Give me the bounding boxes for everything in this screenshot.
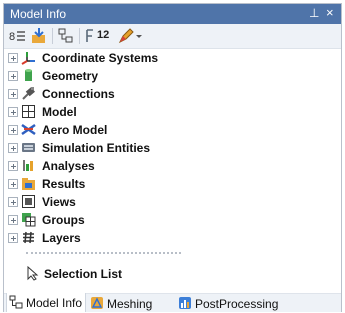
model-info-icon <box>9 295 23 309</box>
tree-item-analyses[interactable]: Analyses <box>4 158 334 174</box>
dotted-divider <box>26 252 181 254</box>
view-icon <box>21 194 36 209</box>
svg-text:8: 8 <box>9 31 15 43</box>
tree-item-label: Analyses <box>42 159 95 173</box>
pencil-icon[interactable] <box>117 27 135 45</box>
tree-item-label: Geometry <box>42 69 99 83</box>
dropdown-arrow-icon[interactable] <box>135 27 143 45</box>
tree-item-views[interactable]: Views <box>4 194 334 210</box>
cursor-icon <box>25 265 40 281</box>
tree-item-label: Views <box>42 195 76 209</box>
selection-list-label: Selection List <box>44 267 123 281</box>
model-tree: Coordinate Systems Geometry Connections … <box>4 48 341 283</box>
grid-icon <box>21 104 36 119</box>
selection-list-item[interactable]: Selection List <box>4 265 334 282</box>
tab-model-info[interactable]: Model Info <box>6 293 86 312</box>
axes-icon <box>21 50 36 65</box>
tree-item-label: Layers <box>42 231 81 245</box>
meshing-icon <box>90 296 104 310</box>
expand-toggle-icon[interactable] <box>8 215 18 225</box>
tree-item-model[interactable]: Model <box>4 104 334 120</box>
tree-item-groups[interactable]: Groups <box>4 212 334 228</box>
panel-title: Model Info <box>10 7 67 21</box>
panel-title-bar[interactable]: Model Info ⊥ × <box>4 4 341 24</box>
expand-toggle-icon[interactable] <box>8 143 18 153</box>
expand-toggle-icon[interactable] <box>8 89 18 99</box>
panel-toolbar: 8 12 <box>4 24 341 49</box>
toolbar-separator <box>52 28 53 44</box>
tree-item-label: Simulation Entities <box>42 141 151 155</box>
tree-item-label: Connections <box>42 87 115 101</box>
expand-toggle-icon[interactable] <box>8 71 18 81</box>
close-icon[interactable]: × <box>326 5 334 20</box>
tree-item-label: Aero Model <box>42 123 108 137</box>
tab-label: Model Info <box>26 296 83 310</box>
expand-toggle-icon[interactable] <box>8 179 18 189</box>
expand-toggle-icon[interactable] <box>8 197 18 207</box>
tree-item-results[interactable]: Results <box>4 176 334 192</box>
analysis-icon <box>21 158 36 173</box>
tab-postprocessing[interactable]: PostProcessing <box>176 294 286 312</box>
aero-icon <box>21 122 36 137</box>
tab-label: PostProcessing <box>195 297 279 311</box>
tree-item-aero-model[interactable]: Aero Model <box>4 122 334 138</box>
count-label: 12 <box>97 29 110 41</box>
hierarchy-icon[interactable] <box>57 27 75 45</box>
cylinder-icon <box>21 68 36 83</box>
model-info-panel: Model Info ⊥ × 8 12 Coordinate Systems G… <box>3 3 342 312</box>
simulation-icon <box>21 140 36 155</box>
layers-icon <box>21 230 36 245</box>
groups-icon <box>21 212 36 227</box>
tree-item-label: Coordinate Systems <box>42 51 159 65</box>
expand-toggle-icon[interactable] <box>8 107 18 117</box>
tree-item-connections[interactable]: Connections <box>4 86 334 102</box>
expand-toggle-icon[interactable] <box>8 125 18 135</box>
results-icon <box>21 176 36 191</box>
tab-meshing[interactable]: Meshing <box>88 294 170 312</box>
connector-icon <box>21 86 36 101</box>
tree-item-layers[interactable]: Layers <box>4 230 334 246</box>
tree-item-label: Results <box>42 177 86 191</box>
tree-item-coordinate-systems[interactable]: Coordinate Systems <box>4 50 334 66</box>
expand-toggle-icon[interactable] <box>8 53 18 63</box>
tree-item-simulation-entities[interactable]: Simulation Entities <box>4 140 334 156</box>
sort-icon[interactable]: 8 <box>9 27 27 45</box>
postprocessing-icon <box>178 296 192 310</box>
panel-tab-bar: Model Info Meshing PostProcessing <box>4 293 341 312</box>
tree-item-geometry[interactable]: Geometry <box>4 68 334 84</box>
expand-toggle-icon[interactable] <box>8 233 18 243</box>
tree-item-label: Groups <box>42 213 85 227</box>
tree-item-label: Model <box>42 105 77 119</box>
import-icon[interactable] <box>30 27 48 45</box>
expand-toggle-icon[interactable] <box>8 161 18 171</box>
toolbar-separator <box>79 28 80 44</box>
numbering-icon[interactable] <box>84 27 98 45</box>
tab-label: Meshing <box>107 297 153 311</box>
pin-icon[interactable]: ⊥ <box>309 6 319 20</box>
